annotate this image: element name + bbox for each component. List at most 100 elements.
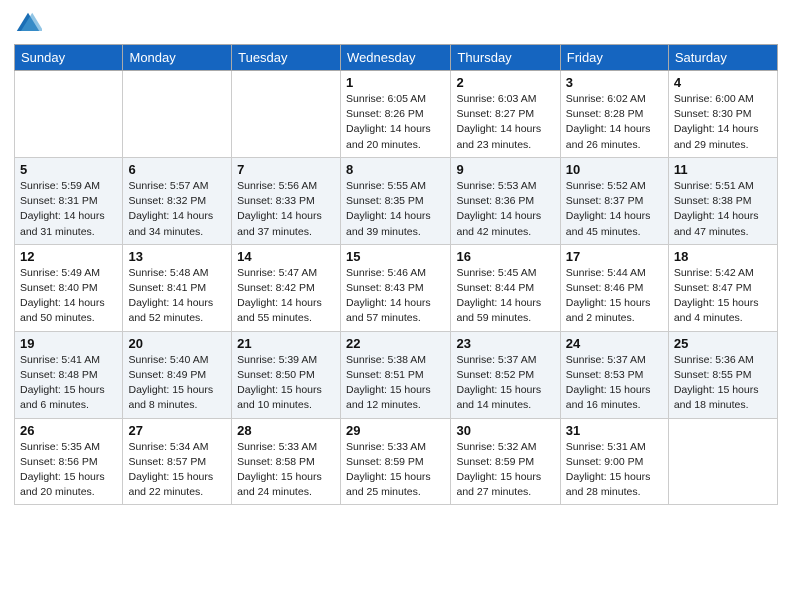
- calendar-cell: 16Sunrise: 5:45 AM Sunset: 8:44 PM Dayli…: [451, 244, 560, 331]
- day-info: Sunrise: 5:32 AM Sunset: 8:59 PM Dayligh…: [456, 440, 554, 501]
- day-info: Sunrise: 5:39 AM Sunset: 8:50 PM Dayligh…: [237, 353, 335, 414]
- day-number: 27: [128, 423, 226, 438]
- day-number: 4: [674, 75, 772, 90]
- day-info: Sunrise: 5:59 AM Sunset: 8:31 PM Dayligh…: [20, 179, 117, 240]
- day-number: 8: [346, 162, 445, 177]
- day-info: Sunrise: 6:00 AM Sunset: 8:30 PM Dayligh…: [674, 92, 772, 153]
- day-number: 30: [456, 423, 554, 438]
- day-number: 18: [674, 249, 772, 264]
- day-number: 28: [237, 423, 335, 438]
- calendar-cell: 13 Sunrise: 5:48 AM Sunset: 8:41 PM Dayli…: [123, 244, 232, 331]
- calendar-cell: [123, 71, 232, 158]
- calendar-cell: 24 Sunrise: 5:37 AM Sunset: 8:53 PM Dayli…: [560, 331, 668, 418]
- day-info: Sunrise: 5:49 AM Sunset: 8:40 PM Dayligh…: [20, 266, 117, 327]
- calendar-cell: 7Sunrise: 5:56 AM Sunset: 8:33 PM Daylig…: [232, 157, 341, 244]
- calendar-header-row: SundayMondayTuesdayWednesdayThursdayFrid…: [15, 45, 778, 71]
- calendar-cell: 23 Sunrise: 5:37 AM Sunset: 8:52 PM Dayli…: [451, 331, 560, 418]
- calendar-cell: 17 Sunrise: 5:44 AM Sunset: 8:46 PM Dayli…: [560, 244, 668, 331]
- day-info: Sunrise: 5:46 AM Sunset: 8:43 PM Dayligh…: [346, 266, 445, 327]
- day-info: Sunrise: 5:42 AM Sunset: 8:47 PM Dayligh…: [674, 266, 772, 327]
- page-container: SundayMondayTuesdayWednesdayThursdayFrid…: [0, 0, 792, 515]
- calendar-cell: 5 Sunrise: 5:59 AM Sunset: 8:31 PM Daylig…: [15, 157, 123, 244]
- day-number: 17: [566, 249, 663, 264]
- logo-icon: [14, 10, 42, 38]
- day-info: Sunrise: 5:48 AM Sunset: 8:41 PM Dayligh…: [128, 266, 226, 327]
- calendar-cell: 30 Sunrise: 5:32 AM Sunset: 8:59 PM Dayli…: [451, 418, 560, 505]
- day-info: Sunrise: 5:34 AM Sunset: 8:57 PM Dayligh…: [128, 440, 226, 501]
- calendar-cell: 22 Sunrise: 5:38 AM Sunset: 8:51 PM Dayli…: [341, 331, 451, 418]
- day-number: 25: [674, 336, 772, 351]
- day-info: Sunrise: 5:35 AM Sunset: 8:56 PM Dayligh…: [20, 440, 117, 501]
- calendar-cell: 9 Sunrise: 5:53 AM Sunset: 8:36 PM Daylig…: [451, 157, 560, 244]
- calendar-cell: 12 Sunrise: 5:49 AM Sunset: 8:40 PM Dayli…: [15, 244, 123, 331]
- calendar-cell: 8 Sunrise: 5:55 AM Sunset: 8:35 PM Daylig…: [341, 157, 451, 244]
- day-number: 23: [456, 336, 554, 351]
- day-info: Sunrise: 5:37 AM Sunset: 8:53 PM Dayligh…: [566, 353, 663, 414]
- day-info: Sunrise: 5:52 AM Sunset: 8:37 PM Dayligh…: [566, 179, 663, 240]
- calendar-cell: 4 Sunrise: 6:00 AM Sunset: 8:30 PM Daylig…: [668, 71, 777, 158]
- calendar-week-row: 12 Sunrise: 5:49 AM Sunset: 8:40 PM Dayli…: [15, 244, 778, 331]
- day-info: Sunrise: 6:05 AM Sunset: 8:26 PM Dayligh…: [346, 92, 445, 153]
- day-number: 1: [346, 75, 445, 90]
- day-number: 6: [128, 162, 226, 177]
- day-number: 29: [346, 423, 445, 438]
- calendar-cell: 6 Sunrise: 5:57 AM Sunset: 8:32 PM Daylig…: [123, 157, 232, 244]
- calendar-cell: 25 Sunrise: 5:36 AM Sunset: 8:55 PM Dayli…: [668, 331, 777, 418]
- day-number: 9: [456, 162, 554, 177]
- calendar-cell: 29 Sunrise: 5:33 AM Sunset: 8:59 PM Dayli…: [341, 418, 451, 505]
- calendar-cell: 1 Sunrise: 6:05 AM Sunset: 8:26 PM Daylig…: [341, 71, 451, 158]
- day-info: Sunrise: 5:36 AM Sunset: 8:55 PM Dayligh…: [674, 353, 772, 414]
- calendar-cell: 11 Sunrise: 5:51 AM Sunset: 8:38 PM Dayli…: [668, 157, 777, 244]
- calendar-cell: 28Sunrise: 5:33 AM Sunset: 8:58 PM Dayli…: [232, 418, 341, 505]
- day-info: Sunrise: 5:45 AM Sunset: 8:44 PM Dayligh…: [456, 266, 554, 327]
- day-info: Sunrise: 5:51 AM Sunset: 8:38 PM Dayligh…: [674, 179, 772, 240]
- calendar-cell: 19Sunrise: 5:41 AM Sunset: 8:48 PM Dayli…: [15, 331, 123, 418]
- day-info: Sunrise: 5:55 AM Sunset: 8:35 PM Dayligh…: [346, 179, 445, 240]
- day-info: Sunrise: 5:38 AM Sunset: 8:51 PM Dayligh…: [346, 353, 445, 414]
- day-number: 11: [674, 162, 772, 177]
- day-number: 26: [20, 423, 117, 438]
- calendar-cell: 20Sunrise: 5:40 AM Sunset: 8:49 PM Dayli…: [123, 331, 232, 418]
- calendar-day-header: Wednesday: [341, 45, 451, 71]
- calendar-cell: 18 Sunrise: 5:42 AM Sunset: 8:47 PM Dayli…: [668, 244, 777, 331]
- calendar-day-header: Monday: [123, 45, 232, 71]
- calendar: SundayMondayTuesdayWednesdayThursdayFrid…: [14, 44, 778, 505]
- calendar-day-header: Thursday: [451, 45, 560, 71]
- calendar-cell: 2 Sunrise: 6:03 AM Sunset: 8:27 PM Daylig…: [451, 71, 560, 158]
- calendar-cell: 15 Sunrise: 5:46 AM Sunset: 8:43 PM Dayli…: [341, 244, 451, 331]
- day-number: 14: [237, 249, 335, 264]
- day-number: 24: [566, 336, 663, 351]
- calendar-cell: 26 Sunrise: 5:35 AM Sunset: 8:56 PM Dayli…: [15, 418, 123, 505]
- day-info: Sunrise: 6:02 AM Sunset: 8:28 PM Dayligh…: [566, 92, 663, 153]
- calendar-week-row: 1 Sunrise: 6:05 AM Sunset: 8:26 PM Daylig…: [15, 71, 778, 158]
- day-number: 12: [20, 249, 117, 264]
- day-info: Sunrise: 5:47 AM Sunset: 8:42 PM Dayligh…: [237, 266, 335, 327]
- day-info: Sunrise: 5:53 AM Sunset: 8:36 PM Dayligh…: [456, 179, 554, 240]
- day-info: Sunrise: 5:44 AM Sunset: 8:46 PM Dayligh…: [566, 266, 663, 327]
- day-info: Sunrise: 5:37 AM Sunset: 8:52 PM Dayligh…: [456, 353, 554, 414]
- calendar-week-row: 26 Sunrise: 5:35 AM Sunset: 8:56 PM Dayli…: [15, 418, 778, 505]
- calendar-week-row: 19Sunrise: 5:41 AM Sunset: 8:48 PM Dayli…: [15, 331, 778, 418]
- day-number: 5: [20, 162, 117, 177]
- day-number: 3: [566, 75, 663, 90]
- calendar-day-header: Tuesday: [232, 45, 341, 71]
- day-number: 15: [346, 249, 445, 264]
- calendar-cell: [15, 71, 123, 158]
- day-number: 31: [566, 423, 663, 438]
- day-number: 21: [237, 336, 335, 351]
- day-number: 10: [566, 162, 663, 177]
- header: [14, 10, 778, 38]
- day-info: Sunrise: 6:03 AM Sunset: 8:27 PM Dayligh…: [456, 92, 554, 153]
- calendar-cell: [668, 418, 777, 505]
- day-number: 2: [456, 75, 554, 90]
- day-number: 22: [346, 336, 445, 351]
- calendar-day-header: Sunday: [15, 45, 123, 71]
- day-number: 19: [20, 336, 117, 351]
- day-info: Sunrise: 5:57 AM Sunset: 8:32 PM Dayligh…: [128, 179, 226, 240]
- calendar-day-header: Friday: [560, 45, 668, 71]
- day-info: Sunrise: 5:33 AM Sunset: 8:59 PM Dayligh…: [346, 440, 445, 501]
- day-number: 13: [128, 249, 226, 264]
- calendar-cell: 3 Sunrise: 6:02 AM Sunset: 8:28 PM Daylig…: [560, 71, 668, 158]
- day-info: Sunrise: 5:31 AM Sunset: 9:00 PM Dayligh…: [566, 440, 663, 501]
- day-info: Sunrise: 5:56 AM Sunset: 8:33 PM Dayligh…: [237, 179, 335, 240]
